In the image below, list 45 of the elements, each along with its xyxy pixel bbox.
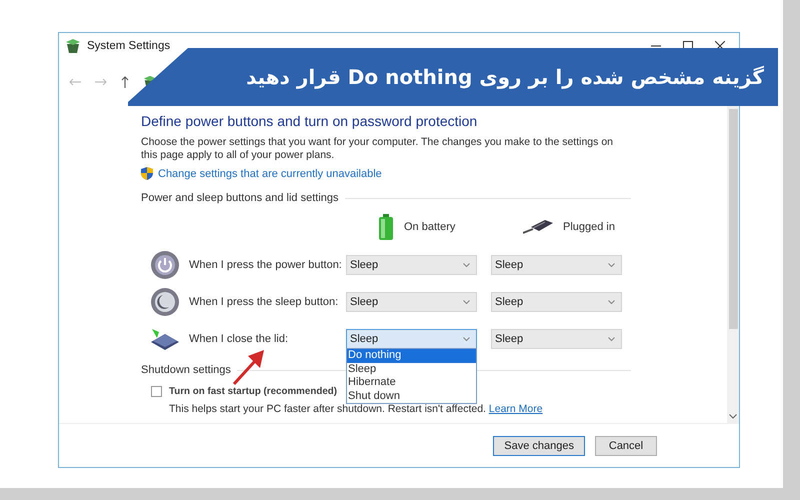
chevron-icon [608, 262, 615, 268]
dropdown-option[interactable]: Hibernate [347, 376, 476, 390]
dropdown[interactable]: Sleep [491, 292, 622, 312]
dropdown[interactable]: Sleep [491, 329, 622, 349]
setting-label: When I press the sleep button: [189, 296, 340, 308]
column-header: Plugged in [563, 221, 615, 233]
chevron-icon [608, 336, 615, 342]
setting-label: When I press the power button: [189, 259, 343, 271]
chevron-icon [463, 336, 470, 342]
checkbox-label: Turn on fast startup (recommended) [169, 386, 338, 397]
dropdown[interactable]: Sleep [346, 329, 477, 349]
sleep-button-icon [150, 287, 180, 317]
dropdown-option[interactable]: Sleep [347, 362, 476, 376]
admin-link[interactable]: Change settings that are currently unavailable [158, 168, 382, 180]
section-title: Shutdown settings [141, 364, 231, 376]
laptop-icon [149, 326, 181, 352]
banner-text: گزینه مشخص شده را بر روی Do nothing قرار دهید [246, 65, 764, 89]
dropdown[interactable]: Sleep [346, 255, 477, 275]
shield-icon [141, 167, 153, 180]
cancel-button[interactable]: Cancel [595, 436, 657, 456]
help-text: This helps start your PC faster after shutdown. Restart isn't affected. [169, 403, 486, 415]
setting-label: When I close the lid: [189, 333, 290, 345]
scrollbar[interactable] [727, 105, 739, 423]
section-title: Power and sleep buttons and lid settings [141, 192, 339, 204]
dropdown[interactable]: Sleep [346, 292, 477, 312]
checkbox[interactable] [151, 386, 162, 397]
plug-icon [523, 219, 553, 235]
power-button-icon [150, 250, 180, 280]
learn-more-link[interactable]: Learn More [488, 403, 543, 415]
chevron-icon [463, 262, 470, 268]
chevron-icon [608, 300, 615, 304]
description-text: Choose the power settings that you want for your computer. The changes you make to the settings on this page apply to all of your power plans. [141, 136, 614, 162]
up-arrow-icon[interactable] [121, 76, 129, 88]
chevron-icon [463, 300, 470, 304]
pointer-arrow [232, 350, 264, 386]
dropdown-option[interactable]: Shut down [347, 390, 476, 403]
column-header: On battery [404, 221, 456, 233]
dropdown-option[interactable]: Do nothing [347, 349, 476, 362]
battery-icon [378, 214, 394, 240]
dropdown[interactable]: Sleep [491, 255, 622, 275]
window-title: System Settings [87, 40, 170, 52]
save-button[interactable]: Save changes [493, 436, 585, 456]
app-icon [65, 38, 81, 54]
page-heading: Define power buttons and turn on password protection [141, 113, 478, 129]
scroll-down-icon[interactable] [729, 414, 737, 419]
